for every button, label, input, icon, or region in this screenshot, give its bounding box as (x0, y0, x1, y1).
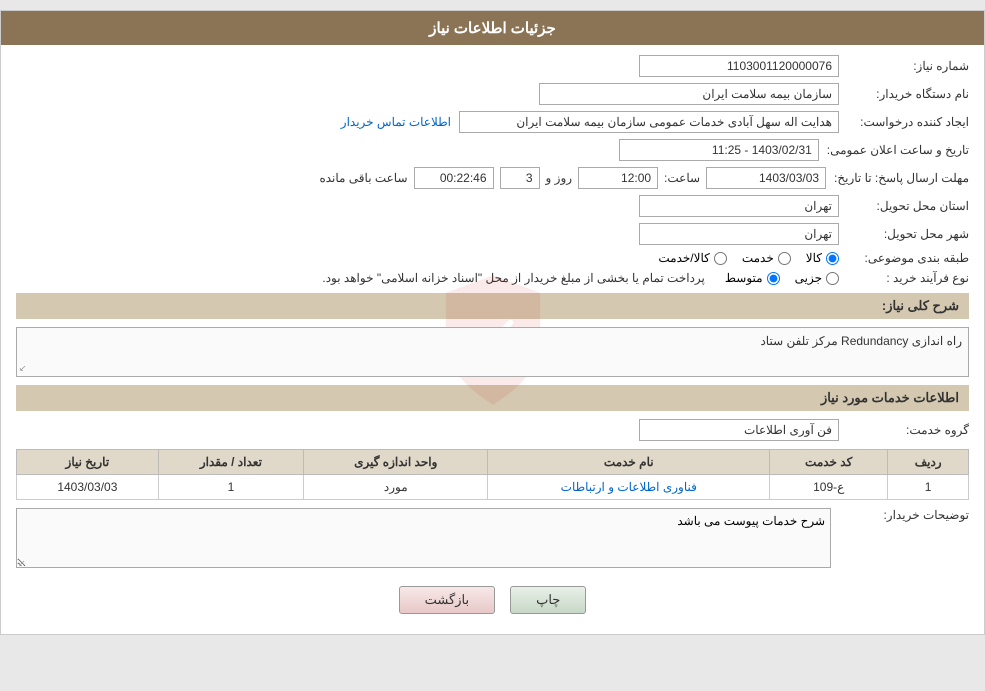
back-button[interactable]: بازگشت (399, 586, 495, 614)
gorohe-label: گروه خدمت: (839, 423, 969, 437)
mohlat-roz-input[interactable] (500, 167, 540, 189)
ostan-label: استان محل تحویل: (839, 199, 969, 213)
cell-code: ع-109 (770, 475, 888, 500)
date-label: تاریخ و ساعت اعلان عمومی: (819, 143, 969, 157)
service-section-header: اطلاعات خدمات مورد نیاز (16, 385, 969, 411)
farayand-jozi-radio[interactable] (826, 272, 839, 285)
table-row: 1 ع-109 فناوری اطلاعات و ارتباطات مورد 1… (17, 475, 969, 500)
ijad-input[interactable] (459, 111, 839, 133)
tabaqe-kala-radio[interactable] (826, 252, 839, 265)
sharh-section-title: شرح کلی نیاز: (882, 298, 959, 313)
shahr-label: شهر محل تحویل: (839, 227, 969, 241)
col-radif: ردیف (888, 450, 969, 475)
button-row: چاپ بازگشت (16, 586, 969, 614)
cell-name[interactable]: فناوری اطلاعات و ارتباطات (488, 475, 770, 500)
col-tedad: تعداد / مقدار (158, 450, 303, 475)
mohlat-roz-label: روز و (546, 171, 573, 185)
tabaqe-kala-khedmat-radio[interactable] (714, 252, 727, 265)
cell-vahed: مورد (304, 475, 488, 500)
name-dastgah-label: نام دستگاه خریدار: (839, 87, 969, 101)
tabaqe-khedmat-label: خدمت (742, 251, 774, 265)
tabaqe-kala-khedmat-label: کالا/خدمت (658, 251, 709, 265)
gorohe-input[interactable] (639, 419, 839, 441)
date-input[interactable] (619, 139, 819, 161)
service-section-title: اطلاعات خدمات مورد نیاز (821, 390, 959, 405)
tabaqe-label: طبقه بندی موضوعی: (839, 251, 969, 265)
noe-farayand-radio-group: جزیی متوسط (725, 271, 839, 285)
service-table: ردیف کد خدمت نام خدمت واحد اندازه گیری ت… (16, 449, 969, 500)
mohlat-mande-label: ساعت باقی مانده (319, 171, 407, 185)
shahr-input[interactable] (639, 223, 839, 245)
ostan-input[interactable] (639, 195, 839, 217)
col-tarikh: تاریخ نیاز (17, 450, 159, 475)
farayand-note: پرداخت تمام یا بخشی از مبلغ خریدار از مح… (322, 271, 705, 285)
mohlat-mande-input[interactable] (414, 167, 494, 189)
noe-farayand-label: نوع فرآیند خرید : (839, 271, 969, 285)
page-header: جزئیات اطلاعات نیاز (1, 11, 984, 45)
tabaqe-khedmat-radio[interactable] (778, 252, 791, 265)
mohlat-label: مهلت ارسال پاسخ: تا تاریخ: (826, 171, 969, 185)
tabaqe-kala-label: کالا (806, 251, 822, 265)
page-title: جزئیات اطلاعات نیاز (429, 20, 556, 37)
name-dastgah-input[interactable] (539, 83, 839, 105)
mohlat-saat-input[interactable] (578, 167, 658, 189)
cell-radif: 1 (888, 475, 969, 500)
mohlat-saat-label: ساعت: (664, 171, 700, 185)
tabaqe-radio-group: کالا خدمت کالا/خدمت (658, 251, 839, 265)
sharh-section-header: شرح کلی نیاز: (16, 293, 969, 319)
farayand-jozi-label: جزیی (795, 271, 822, 285)
col-name: نام خدمت (488, 450, 770, 475)
farayand-motosat-radio[interactable] (767, 272, 780, 285)
shomara-niaz-input[interactable] (639, 55, 839, 77)
shomara-niaz-label: شماره نیاز: (839, 59, 969, 73)
tosihaat-label: توضیحات خریدار: (839, 508, 969, 522)
col-code: کد خدمت (770, 450, 888, 475)
mohlat-date-input[interactable] (706, 167, 826, 189)
ijad-label: ایجاد کننده درخواست: (839, 115, 969, 129)
cell-tarikh: 1403/03/03 (17, 475, 159, 500)
farayand-motosat-label: متوسط (725, 271, 763, 285)
print-button[interactable]: چاپ (510, 586, 586, 614)
service-table-container: ردیف کد خدمت نام خدمت واحد اندازه گیری ت… (16, 449, 969, 500)
tosihaat-textarea[interactable]: شرح خدمات پیوست می باشد (16, 508, 831, 568)
sharh-value: راه اندازی Redundancy مرکز تلفن ستاد (760, 334, 962, 348)
col-vahed: واحد اندازه گیری (304, 450, 488, 475)
contact-link[interactable]: اطلاعات تماس خریدار (341, 115, 451, 129)
cell-tedad: 1 (158, 475, 303, 500)
